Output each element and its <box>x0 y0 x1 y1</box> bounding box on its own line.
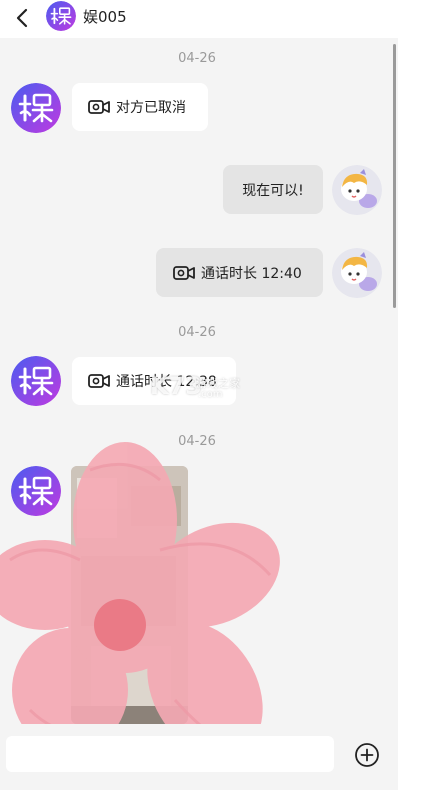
contact-name[interactable]: 娱005 <box>83 6 127 27</box>
message-bubble-call[interactable]: 通话时长 12:38 <box>72 357 236 405</box>
contact-avatar[interactable] <box>11 356 61 406</box>
header-avatar[interactable] <box>46 1 76 31</box>
back-arrow-icon[interactable] <box>12 7 34 29</box>
message-input[interactable] <box>6 736 334 772</box>
message-text: 通话时长 12:40 <box>201 265 302 282</box>
chat-header: 娱005 <box>0 0 398 38</box>
video-call-icon <box>173 265 195 281</box>
side-panel-edge <box>398 0 424 790</box>
image-thumbnail <box>71 466 188 724</box>
user-avatar[interactable] <box>332 165 382 215</box>
add-circle-icon[interactable] <box>354 742 380 768</box>
user-avatar[interactable] <box>332 248 382 298</box>
input-bar <box>0 724 398 790</box>
timestamp: 04-26 <box>178 434 216 449</box>
contact-avatar[interactable] <box>11 466 61 516</box>
message-text: 对方已取消 <box>116 100 186 116</box>
contact-avatar[interactable] <box>11 83 61 133</box>
video-call-icon <box>88 373 110 389</box>
scrollbar[interactable] <box>393 44 396 308</box>
image-message[interactable] <box>71 466 188 724</box>
timestamp: 04-26 <box>178 51 216 66</box>
message-bubble-call[interactable]: 对方已取消 <box>72 83 208 131</box>
message-bubble-call[interactable]: 通话时长 12:40 <box>156 248 323 297</box>
message-text: 现在可以! <box>242 182 304 199</box>
message-text: 通话时长 12:38 <box>116 374 217 390</box>
video-call-icon <box>88 99 110 115</box>
timestamp: 04-26 <box>178 325 216 340</box>
message-bubble-text[interactable]: 现在可以! <box>223 165 323 214</box>
